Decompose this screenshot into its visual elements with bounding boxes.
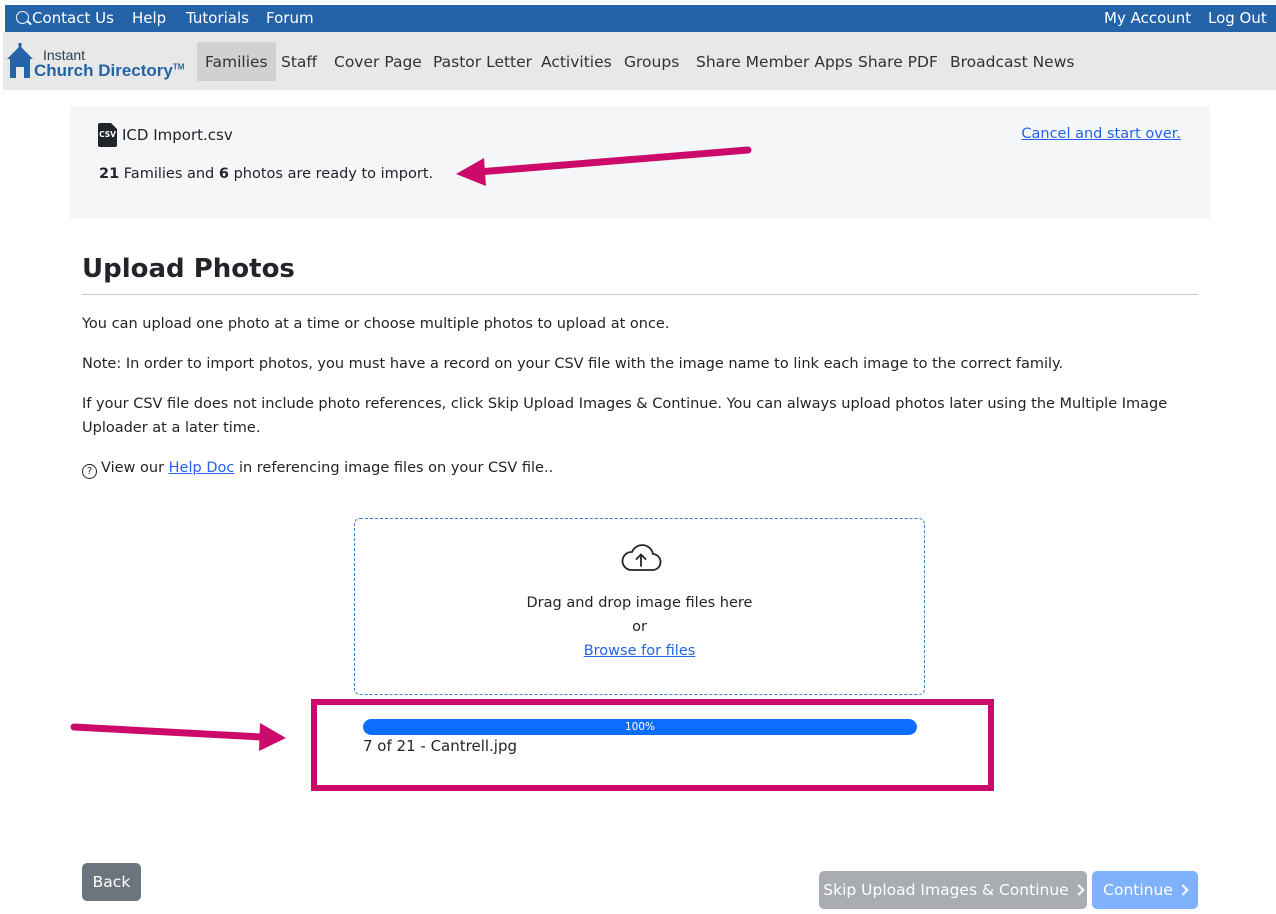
search-icon: [16, 11, 29, 24]
browse-files-link[interactable]: Browse for files: [584, 643, 696, 659]
image-drop-zone[interactable]: Drag and drop image files here or Browse…: [354, 518, 925, 695]
file-name: ICD Import.csv: [122, 126, 233, 144]
csv-file-icon: CSV: [98, 123, 117, 147]
church-house-icon: [7, 43, 33, 78]
top-utility-bar: Contact Us Help Tutorials Forum My Accou…: [5, 5, 1276, 32]
nav-share-pdf[interactable]: Share PDF: [850, 42, 946, 81]
log-out-link[interactable]: Log Out: [1208, 9, 1267, 27]
families-text: Families and: [123, 166, 215, 182]
browse-line: Browse for files: [355, 643, 924, 659]
main-nav: Instant Church DirectoryTM Families Staf…: [3, 32, 1276, 90]
or-text: or: [632, 619, 647, 635]
nav-staff[interactable]: Staff: [273, 42, 325, 81]
forum-link[interactable]: Forum: [266, 9, 314, 27]
nav-share-member-apps[interactable]: Share Member Apps: [688, 42, 861, 81]
heading-divider: [82, 294, 1198, 295]
drag-drop-text: Drag and drop image files here: [526, 595, 753, 611]
skip-info-paragraph: If your CSV file does not include photo …: [82, 396, 1168, 436]
annotation-arrow-left-head: [259, 723, 286, 751]
families-count: 21: [99, 166, 120, 182]
nav-pastor-letter[interactable]: Pastor Letter: [425, 42, 540, 81]
skip-upload-label: Skip Upload Images & Continue: [823, 881, 1069, 899]
annotation-arrow-left-shaft: [70, 723, 266, 741]
contact-us-link[interactable]: Contact Us: [16, 9, 114, 27]
ready-to-import-text: 21 Families and 6 photos are ready to im…: [99, 166, 433, 182]
tutorials-link[interactable]: Tutorials: [186, 9, 249, 27]
help-pre-text: View our: [101, 460, 165, 476]
contact-us-label: Contact Us: [32, 9, 114, 27]
nav-cover-page[interactable]: Cover Page: [326, 42, 430, 81]
nav-broadcast-news[interactable]: Broadcast News: [942, 42, 1082, 81]
note-paragraph: Note: In order to import photos, you mus…: [82, 356, 1064, 372]
chevron-right-icon: [1073, 884, 1085, 896]
page-title: Upload Photos: [82, 254, 295, 284]
upload-progress-caption: 7 of 21 - Cantrell.jpg: [363, 737, 518, 755]
continue-button[interactable]: Continue: [1092, 871, 1198, 909]
logo[interactable]: Instant Church DirectoryTM: [6, 41, 191, 81]
back-button[interactable]: Back: [82, 863, 141, 901]
upload-progress-fill: 100%: [363, 719, 917, 735]
question-circle-icon: ?: [82, 464, 97, 479]
skip-upload-button[interactable]: Skip Upload Images & Continue: [819, 871, 1087, 909]
upload-progress-bar: 100%: [363, 719, 917, 735]
logo-line-2: Church DirectoryTM: [34, 61, 184, 81]
logo-tm: TM: [172, 62, 185, 72]
cancel-start-over-link[interactable]: Cancel and start over.: [1021, 126, 1181, 142]
help-link[interactable]: Help: [132, 9, 166, 27]
chevron-right-icon: [1177, 884, 1189, 896]
intro-paragraph: You can upload one photo at a time or ch…: [82, 316, 670, 332]
nav-families[interactable]: Families: [197, 42, 276, 81]
photos-text: photos are ready to import.: [233, 166, 434, 182]
continue-label: Continue: [1103, 881, 1173, 899]
nav-activities[interactable]: Activities: [533, 42, 620, 81]
photos-count: 6: [218, 166, 229, 182]
nav-groups[interactable]: Groups: [616, 42, 687, 81]
help-post-text: in referencing image files on your CSV f…: [238, 460, 554, 476]
cloud-upload-icon: [621, 544, 662, 571]
logo-line-2-text: Church Directory: [34, 61, 173, 80]
my-account-link[interactable]: My Account: [1104, 9, 1191, 27]
help-doc-line: ? View our Help Doc in referencing image …: [82, 456, 1192, 480]
help-doc-link[interactable]: Help Doc: [169, 460, 235, 476]
import-summary-panel: CSV ICD Import.csv 21 Families and 6 pho…: [70, 106, 1210, 219]
